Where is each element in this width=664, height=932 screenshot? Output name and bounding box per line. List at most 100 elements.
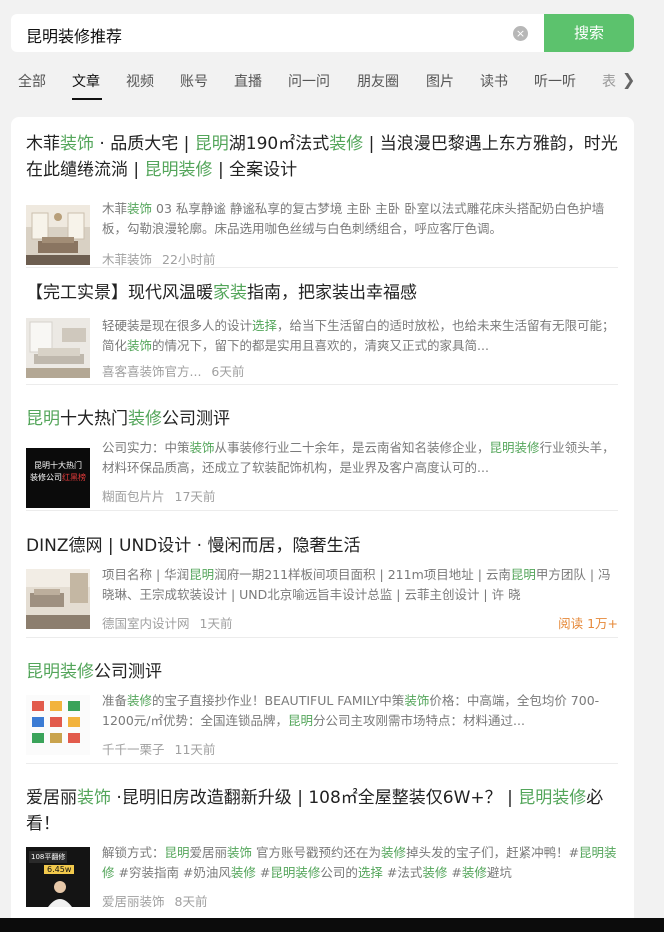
tab-listen[interactable]: 听一听 <box>534 71 576 91</box>
divider <box>26 267 618 268</box>
text-run: #穷装指南 #奶油风 <box>114 865 231 880</box>
highlight-keyword: 装饰 <box>77 788 111 808</box>
tab-books[interactable]: 读书 <box>480 71 508 91</box>
result-title[interactable]: 昆明装修公司测评 <box>26 659 618 685</box>
text-run: 木菲 <box>26 134 60 154</box>
text-run: 掉头发的宝子们，赶紧冲鸭！# <box>406 845 580 860</box>
thumbnail-caption: 6.45w <box>44 865 75 874</box>
result-source[interactable]: 糊面包片片 <box>102 489 165 504</box>
text-run: 指南，把家装出幸福感 <box>247 283 417 303</box>
thumbnail-caption: 108平翻修 <box>29 851 68 863</box>
highlight-keyword: 昆明 <box>194 134 229 154</box>
text-run: # <box>255 865 271 880</box>
tab-images[interactable]: 图片 <box>426 71 454 91</box>
text-run: 【完工实景】现代风温暖 <box>26 283 213 303</box>
highlight-keyword: 选择 <box>252 318 278 333</box>
chevron-right-icon[interactable]: ❯ <box>622 70 635 89</box>
text-run: 避坑 <box>486 865 512 880</box>
result-item[interactable]: 昆明装修公司测评 准备装修的宝子直接抄作业！BEAUTIFUL FAMILY中策… <box>26 659 618 767</box>
divider <box>26 510 618 511</box>
divider <box>26 637 618 638</box>
text-run: · 品质大宅 | <box>94 134 195 154</box>
text-run: 的情况下，留下的都是实用且喜欢的，清爽又正式的家具简... <box>152 338 489 353</box>
divider <box>26 763 618 764</box>
search-query-text[interactable]: 昆明装修推荐 <box>26 23 122 47</box>
tab-ask[interactable]: 问一问 <box>288 71 330 91</box>
result-item[interactable]: 爱居丽装饰 ·昆明旧房改造翻新升级 | 108㎡全屋整装仅6W+？ | 昆明装修… <box>26 785 618 932</box>
text-run: 从事装修行业二十余年，是云南省知名装修企业， <box>214 440 490 455</box>
result-thumbnail: 108平翻修 6.45w <box>26 847 90 907</box>
result-meta: 木菲装饰 22小时前 <box>102 249 215 268</box>
highlight-keyword: 装饰 <box>127 201 153 216</box>
highlight-keyword: 昆明 <box>510 567 536 582</box>
result-thumbnail <box>26 205 90 265</box>
result-title[interactable]: 【完工实景】现代风温暖家装指南，把家装出幸福感 <box>26 280 618 306</box>
highlight-keyword: 装修 <box>128 409 162 429</box>
result-item[interactable]: 木菲装饰 · 品质大宅 | 昆明湖190㎡法式装修 | 当浪漫巴黎遇上东方雅韵，… <box>26 131 618 271</box>
active-tab-indicator <box>72 98 102 100</box>
tab-live[interactable]: 直播 <box>234 71 262 91</box>
highlight-keyword: 选择 <box>357 865 383 880</box>
result-title[interactable]: 爱居丽装饰 ·昆明旧房改造翻新升级 | 108㎡全屋整装仅6W+？ | 昆明装修… <box>26 785 618 837</box>
text-run: 官方账号戳预约还在为 <box>252 845 382 860</box>
tab-more-partial[interactable]: 表 <box>602 71 616 91</box>
tab-accounts[interactable]: 账号 <box>180 71 208 91</box>
highlight-keyword: 装修 <box>127 693 153 708</box>
result-item[interactable]: 【完工实景】现代风温暖家装指南，把家装出幸福感 轻硬装是现在很多人的设计选择，给… <box>26 280 618 388</box>
text-run: 准备 <box>102 693 128 708</box>
text-run: 十大热门 <box>60 409 128 429</box>
text-run: #法式 <box>382 865 423 880</box>
result-snippet: 项目名称 | 华润 昆明润府一期211样板间项目面积 | 211m项目地址 | 云… <box>102 565 618 605</box>
highlight-keyword: 装饰 <box>404 693 430 708</box>
result-source[interactable]: 德国室内设计网 <box>102 616 190 631</box>
text-run: 轻硬装是现在很多人的设计 <box>102 318 253 333</box>
read-count: 阅读 1万+ <box>558 616 618 631</box>
result-source[interactable]: 千千一栗子 <box>102 742 165 757</box>
text-run: 项目名称 | 华润 <box>102 567 190 582</box>
result-source[interactable]: 爱居丽装饰 <box>102 894 165 909</box>
text-run: 公司测评 <box>94 662 162 682</box>
highlight-keyword: 装饰 <box>189 440 215 455</box>
search-button[interactable]: 搜索 <box>544 14 634 52</box>
tab-videos[interactable]: 视频 <box>126 71 154 91</box>
person-figure <box>48 881 72 907</box>
result-thumbnail <box>26 569 90 629</box>
text-run: 湖190㎡法式 <box>228 134 330 154</box>
tab-all[interactable]: 全部 <box>18 71 46 91</box>
highlight-keyword: 昆明 <box>26 409 60 429</box>
text-run: 解锁方式： <box>102 845 165 860</box>
thumbnail-caption: 装修公司红黑榜 <box>30 473 86 482</box>
result-meta: 德国室内设计网 1天前 <box>102 613 232 632</box>
highlight-keyword: 装修 <box>230 865 256 880</box>
search-input[interactable]: 昆明装修推荐 × <box>11 14 544 52</box>
highlight-keyword: 昆明 <box>288 713 314 728</box>
result-time: 22小时前 <box>162 252 216 267</box>
text-run: ·昆明旧房改造翻新升级 | 108㎡全屋整装仅6W+？ | <box>111 788 519 808</box>
result-source[interactable]: 喜客喜装饰官方... <box>102 364 201 379</box>
result-snippet: 木菲装饰 03 私享静谧 静谧私享的复古梦境 主卧 主卧 卧室以法式雕花床头搭配… <box>102 199 618 239</box>
result-title[interactable]: 昆明十大热门装修公司测评 <box>26 406 618 432</box>
result-source[interactable]: 木菲装饰 <box>102 252 152 267</box>
result-snippet: 公司实力：中策装饰从事装修行业二十余年，是云南省知名装修企业，昆明装修行业领头羊… <box>102 438 618 478</box>
highlight-keyword: 装饰 <box>127 338 153 353</box>
result-title[interactable]: DINZ德网 | UND设计 · 慢闲而居，隐奢生活 <box>26 533 618 559</box>
highlight-keyword: 昆明装修 <box>26 662 94 682</box>
clear-icon[interactable]: × <box>513 26 528 41</box>
text-run: # <box>447 865 462 880</box>
result-item[interactable]: 昆明十大热门装修公司测评 昆明十大热门 装修公司红黑榜 公司实力：中策装饰从事装… <box>26 406 618 514</box>
tab-articles[interactable]: 文章 <box>72 71 100 91</box>
text-run: 润府一期211样板间项目面积 | 211m项目地址 | 云南 <box>214 567 511 582</box>
result-meta: 糊面包片片 17天前 <box>102 486 215 505</box>
text-run: 爱居丽 <box>189 845 228 860</box>
top-bar: 昆明装修推荐 × 搜索 全部 文章 视频 账号 直播 问一问 朋友圈 图片 读书… <box>0 0 664 118</box>
result-thumbnail <box>26 318 90 378</box>
highlight-keyword: 昆明装修 <box>489 440 540 455</box>
result-item[interactable]: DINZ德网 | UND设计 · 慢闲而居，隐奢生活 项目名称 | 华润 昆明润府… <box>26 533 618 641</box>
result-title[interactable]: 木菲装饰 · 品质大宅 | 昆明湖190㎡法式装修 | 当浪漫巴黎遇上东方雅韵，… <box>26 131 618 183</box>
tab-moments[interactable]: 朋友圈 <box>357 71 399 91</box>
highlight-keyword: 装饰 <box>60 134 94 154</box>
text-run: 分公司主攻刚需市场特点：材料通过... <box>313 713 525 728</box>
result-snippet: 解锁方式：昆明爱居丽装饰 官方账号戳预约还在为装修掉头发的宝子们，赶紧冲鸭！#昆… <box>102 843 618 883</box>
highlight-keyword: 装修 <box>329 134 364 154</box>
result-time: 8天前 <box>174 894 208 909</box>
